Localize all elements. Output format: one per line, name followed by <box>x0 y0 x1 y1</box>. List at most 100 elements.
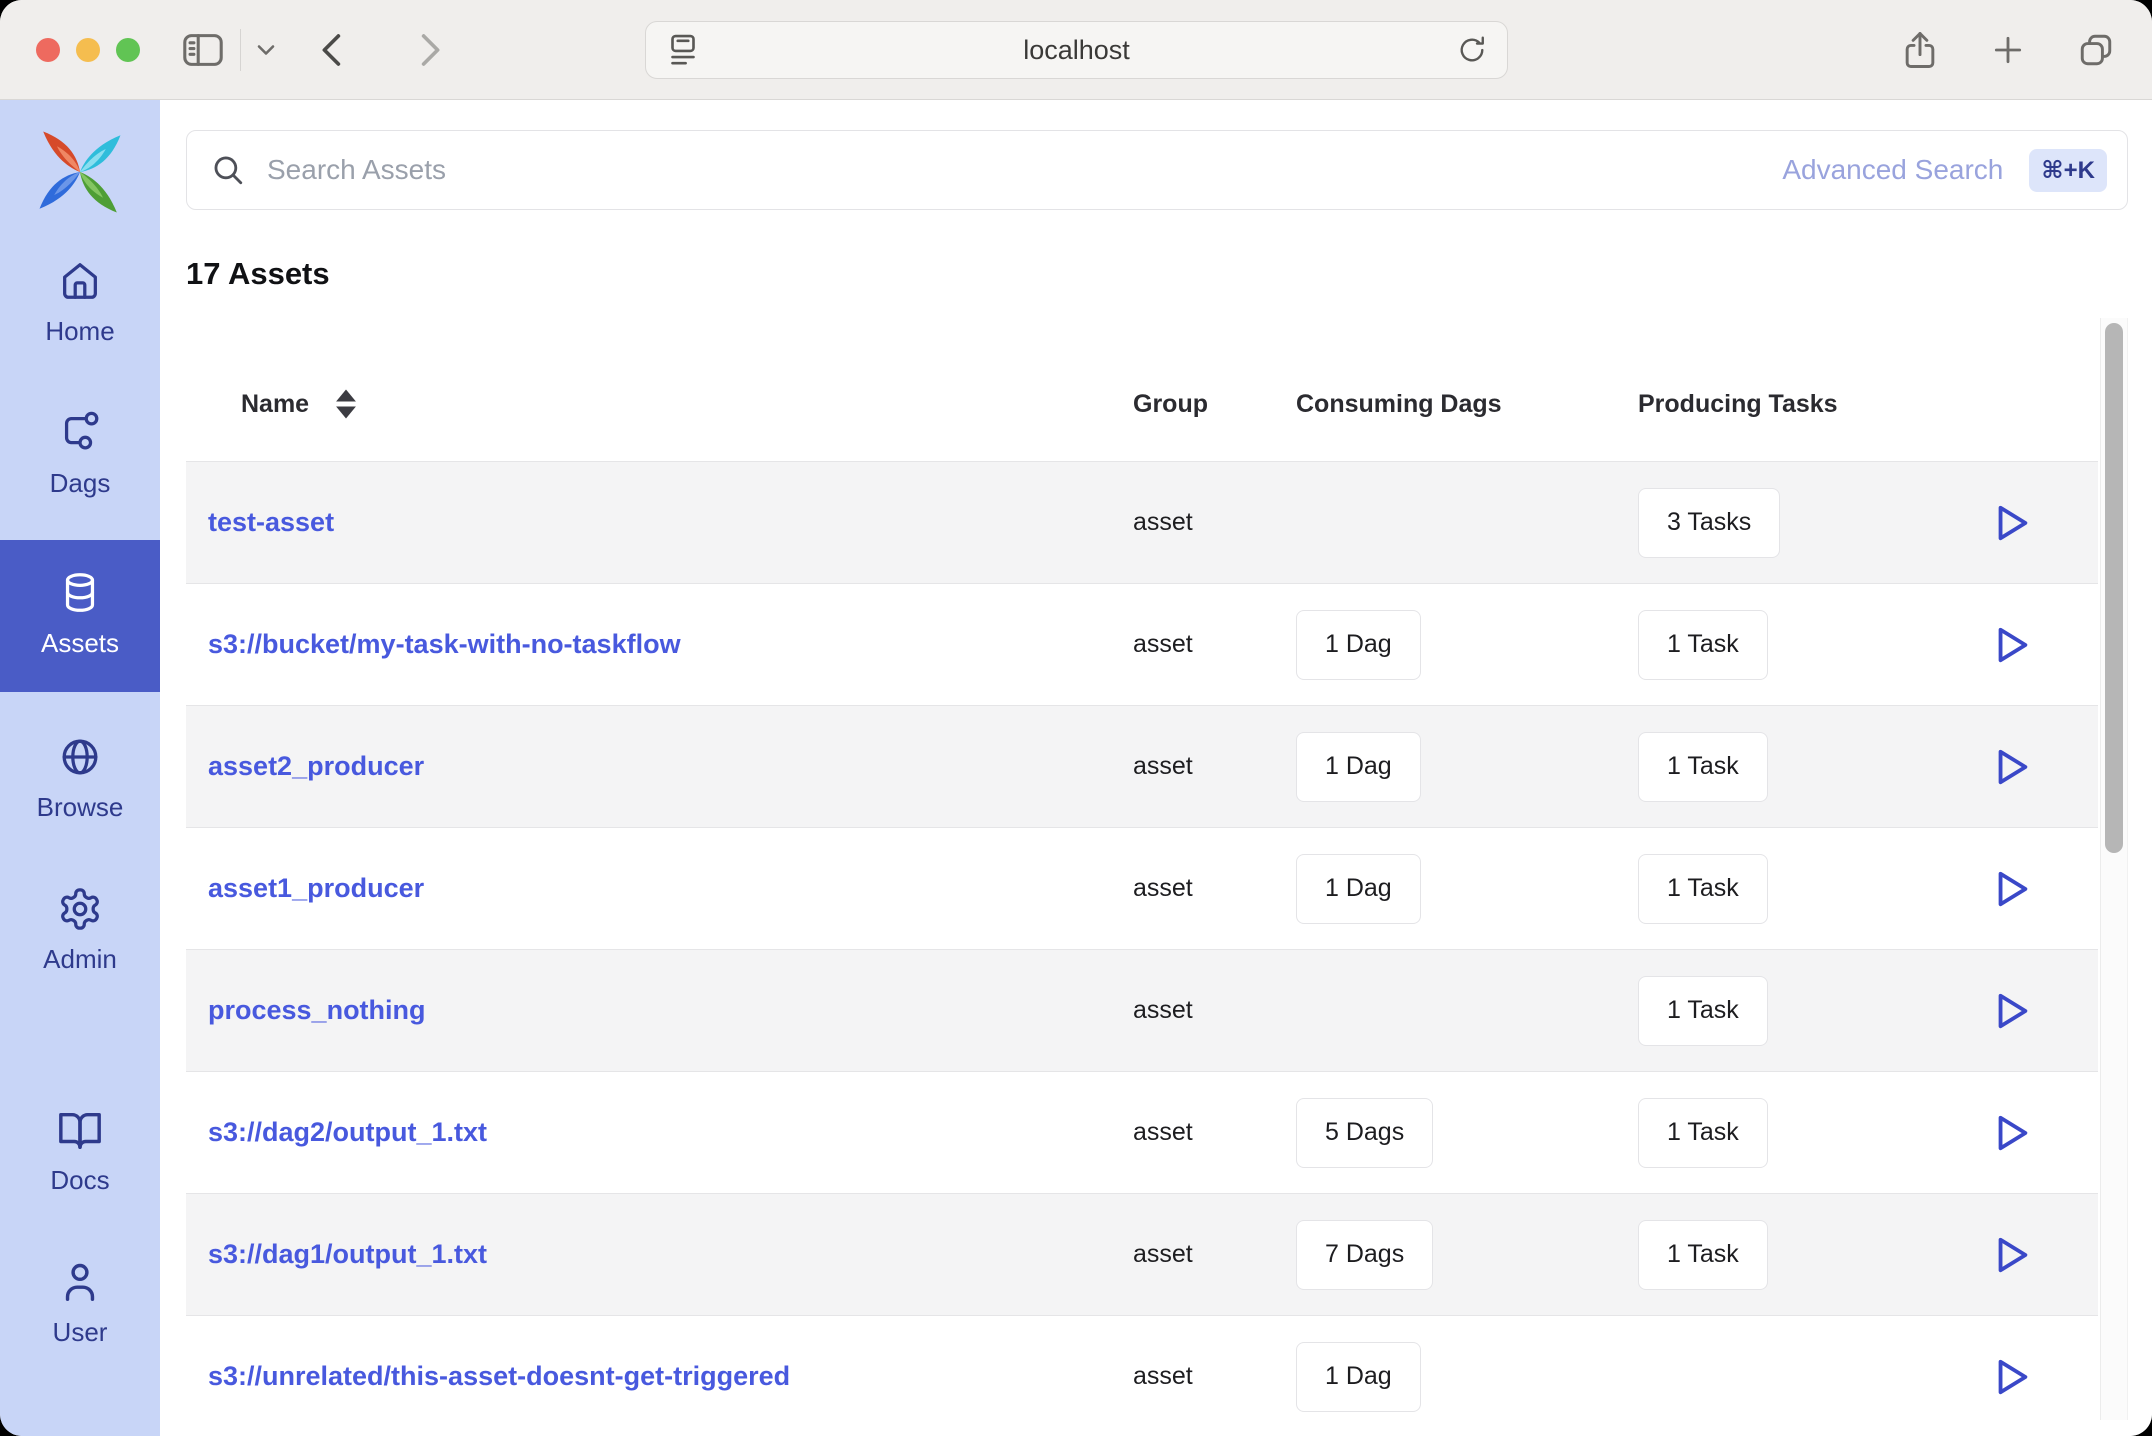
new-tab-icon[interactable] <box>1988 30 2028 70</box>
chevron-down-icon[interactable] <box>255 39 277 61</box>
main-content: Advanced Search ⌘+K 17 Assets Name Group… <box>160 100 2152 1436</box>
asset-name-link[interactable]: s3://dag2/output_1.txt <box>208 1117 487 1147</box>
table-row: s3://dag2/output_1.txt asset 5 Dags 1 Ta… <box>186 1071 2098 1193</box>
trigger-asset-button[interactable] <box>1991 1232 2033 1278</box>
trigger-asset-button[interactable] <box>1991 500 2033 546</box>
traffic-lights <box>36 37 140 62</box>
trigger-asset-button[interactable] <box>1991 988 2033 1034</box>
sidebar-item-label: Docs <box>50 1165 110 1195</box>
asset-name-link[interactable]: asset2_producer <box>208 751 424 781</box>
trigger-asset-button[interactable] <box>1991 744 2033 790</box>
advanced-search-button[interactable]: Advanced Search <box>1776 153 2009 187</box>
asset-group: asset <box>1133 508 1193 536</box>
consuming-dags-badge[interactable]: 1 Dag <box>1296 1341 1421 1412</box>
asset-group: asset <box>1133 1240 1193 1268</box>
sidebar-toggle-icon[interactable] <box>180 27 226 73</box>
table-row: s3://unrelated/this-asset-doesnt-get-tri… <box>186 1315 2098 1436</box>
assets-table: Name Group Consuming Dags Producing Task… <box>186 292 2098 1436</box>
sidebar-item-user[interactable]: User <box>0 1237 160 1369</box>
table-row: s3://bucket/my-task-with-no-taskflow ass… <box>186 583 2098 705</box>
sidebar-item-label: Admin <box>43 944 117 974</box>
producing-tasks-badge[interactable]: 1 Task <box>1638 1219 1768 1290</box>
close-window-button[interactable] <box>36 37 60 62</box>
sidebar-item-label: Dags <box>49 468 111 498</box>
asset-group: asset <box>1133 752 1193 780</box>
table-row: process_nothing asset 1 Task <box>186 949 2098 1071</box>
sidebar-item-browse[interactable]: Browse <box>0 712 160 844</box>
search-input[interactable] <box>265 153 1777 187</box>
producing-tasks-badge[interactable]: 1 Task <box>1638 1097 1768 1168</box>
asset-group: asset <box>1133 874 1193 902</box>
column-header-name[interactable]: Name <box>186 389 1133 419</box>
sidebar-item-label: User <box>52 1317 108 1347</box>
keyboard-shortcut-badge: ⌘+K <box>2029 148 2107 192</box>
table-row: asset2_producer asset 1 Dag 1 Task <box>186 705 2098 827</box>
table-row: test-asset asset 3 Tasks <box>186 461 2098 583</box>
asset-group: asset <box>1133 1118 1193 1146</box>
trigger-asset-button[interactable] <box>1991 1354 2033 1400</box>
column-header-producing-tasks: Producing Tasks <box>1638 390 1838 418</box>
table-row: asset1_producer asset 1 Dag 1 Task <box>186 827 2098 949</box>
search-bar: Advanced Search ⌘+K <box>186 130 2128 210</box>
sidebar: Home Dags Assets Browse Admin Docs User <box>0 100 160 1436</box>
browser-chrome: localhost <box>0 0 2152 100</box>
sidebar-item-admin[interactable]: Admin <box>0 864 160 996</box>
minimize-window-button[interactable] <box>76 37 100 62</box>
back-button[interactable] <box>313 27 355 73</box>
asset-name-link[interactable]: s3://dag1/output_1.txt <box>208 1239 487 1269</box>
tab-overview-icon[interactable] <box>2074 28 2118 72</box>
browser-window: localhost Home Dags Assets Browse Admin … <box>0 0 2152 1436</box>
forward-button[interactable] <box>407 27 449 73</box>
toolbar-divider <box>240 28 241 71</box>
home-icon <box>57 258 103 304</box>
asset-group: asset <box>1133 1362 1193 1390</box>
producing-tasks-badge[interactable]: 1 Task <box>1638 853 1768 924</box>
trigger-asset-button[interactable] <box>1991 1110 2033 1156</box>
dag-icon <box>57 410 103 456</box>
producing-tasks-badge[interactable]: 1 Task <box>1638 609 1768 680</box>
sidebar-item-dags[interactable]: Dags <box>0 388 160 520</box>
asset-name-link[interactable]: s3://bucket/my-task-with-no-taskflow <box>208 629 681 659</box>
table-header: Name Group Consuming Dags Producing Task… <box>186 292 2098 461</box>
consuming-dags-badge[interactable]: 5 Dags <box>1296 1097 1434 1168</box>
sidebar-item-label: Assets <box>40 628 120 658</box>
producing-tasks-badge[interactable]: 1 Task <box>1638 731 1768 802</box>
address-bar[interactable]: localhost <box>645 21 1508 79</box>
sidebar-item-assets[interactable]: Assets <box>0 540 160 692</box>
page-title: 17 Assets <box>186 256 330 291</box>
globe-icon <box>57 734 103 780</box>
scrollbar-thumb[interactable] <box>2105 323 2123 853</box>
url-text: localhost <box>1023 34 1130 65</box>
trigger-asset-button[interactable] <box>1991 866 2033 912</box>
asset-name-link[interactable]: s3://unrelated/this-asset-doesnt-get-tri… <box>208 1361 790 1391</box>
asset-name-link[interactable]: test-asset <box>208 507 334 537</box>
trigger-asset-button[interactable] <box>1991 622 2033 668</box>
producing-tasks-badge[interactable]: 1 Task <box>1638 975 1768 1046</box>
share-icon[interactable] <box>1898 26 1942 74</box>
sidebar-item-home[interactable]: Home <box>0 236 160 368</box>
table-body: test-asset asset 3 Tasks s3://bucket/my-… <box>186 461 2098 1436</box>
sidebar-item-label: Home <box>45 316 115 346</box>
scrollbar-track[interactable] <box>2100 318 2128 1420</box>
asset-name-link[interactable]: asset1_producer <box>208 873 424 903</box>
zoom-window-button[interactable] <box>116 37 140 62</box>
search-icon <box>211 153 245 187</box>
airflow-logo[interactable] <box>34 126 126 218</box>
table-row: s3://dag1/output_1.txt asset 7 Dags 1 Ta… <box>186 1193 2098 1315</box>
column-header-consuming-dags: Consuming Dags <box>1296 390 1502 418</box>
producing-tasks-badge[interactable]: 3 Tasks <box>1638 487 1781 558</box>
sidebar-item-docs[interactable]: Docs <box>0 1085 160 1217</box>
consuming-dags-badge[interactable]: 1 Dag <box>1296 609 1421 680</box>
gear-icon <box>57 886 103 932</box>
book-icon <box>57 1107 103 1153</box>
consuming-dags-badge[interactable]: 7 Dags <box>1296 1219 1434 1290</box>
consuming-dags-badge[interactable]: 1 Dag <box>1296 731 1421 802</box>
sort-icon <box>335 389 357 419</box>
consuming-dags-badge[interactable]: 1 Dag <box>1296 853 1421 924</box>
asset-group: asset <box>1133 630 1193 658</box>
user-icon <box>57 1259 103 1305</box>
column-header-group: Group <box>1133 390 1208 418</box>
sidebar-item-label: Browse <box>36 792 124 822</box>
asset-name-link[interactable]: process_nothing <box>208 995 426 1025</box>
database-icon <box>57 570 103 616</box>
